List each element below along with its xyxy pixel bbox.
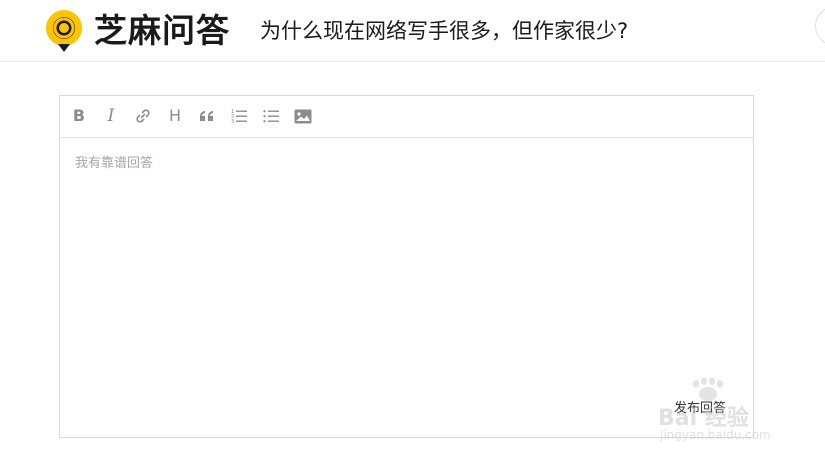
italic-icon[interactable]: I bbox=[101, 106, 121, 126]
bold-icon[interactable]: B bbox=[69, 106, 89, 126]
link-icon[interactable] bbox=[133, 106, 153, 126]
zhima-logo-icon[interactable] bbox=[44, 9, 84, 53]
bold-glyph: B bbox=[72, 106, 86, 125]
quote-icon[interactable] bbox=[197, 106, 217, 126]
baidu-jingyan-watermark: Bai 经验 jingyan.baidu.com bbox=[658, 377, 788, 448]
italic-glyph: I bbox=[107, 106, 115, 126]
unordered-list-icon[interactable] bbox=[261, 106, 281, 126]
answer-editor: B I H 1 2 3 我有靠谱回答 发布回答 bbox=[59, 95, 754, 438]
heading-icon[interactable]: H bbox=[165, 106, 185, 126]
editor-toolbar: B I H 1 2 3 bbox=[60, 96, 753, 138]
top-header: 芝麻问答 为什么现在网络写手很多，但作家很少? bbox=[0, 0, 825, 62]
svg-text:3: 3 bbox=[231, 119, 234, 124]
header-action-button[interactable] bbox=[815, 6, 825, 46]
ordered-list-icon[interactable]: 1 2 3 bbox=[229, 106, 249, 126]
answer-placeholder: 我有靠谱回答 bbox=[75, 156, 154, 171]
logo-text[interactable]: 芝麻问答 bbox=[94, 11, 230, 51]
answer-textarea[interactable]: 我有靠谱回答 发布回答 bbox=[60, 138, 753, 438]
image-icon[interactable] bbox=[293, 106, 313, 126]
watermark-url: jingyan.baidu.com bbox=[660, 428, 771, 442]
question-title: 为什么现在网络写手很多，但作家很少? bbox=[260, 19, 629, 43]
heading-glyph: H bbox=[168, 106, 182, 125]
